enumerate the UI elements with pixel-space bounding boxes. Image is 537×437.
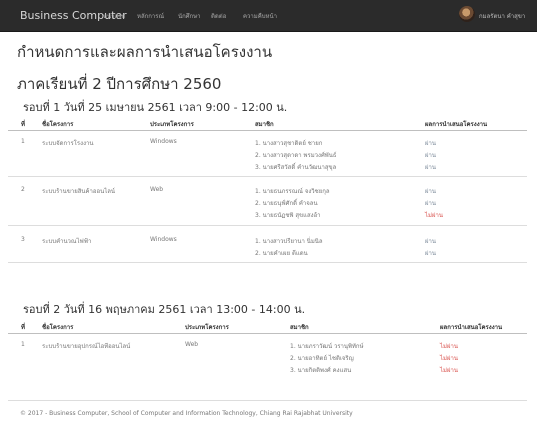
top-navbar: Business Computer หน้าแรก หลักการณ์ นักศ… <box>0 0 537 32</box>
result-pass: ผ่าน <box>425 188 436 195</box>
project-type: Web <box>185 341 199 348</box>
nav-link-progress[interactable]: ความคืบหน้า <box>243 11 277 21</box>
header-project-name: ชื่อโครงการ <box>42 121 74 128</box>
project-no: 3 <box>21 236 25 243</box>
member-name: 1. นายภราวัฒน์ วรานุพิทักษ์ <box>290 343 364 350</box>
semester-title: ภาคเรียนที่ 2 ปีการศึกษา 2560 <box>17 75 222 93</box>
project-no: 1 <box>21 138 25 145</box>
result-fail: ไม่ผ่าน <box>440 355 458 362</box>
header-no: ที่ <box>21 121 25 128</box>
project-name: ระบบร้านขายสินค้าออนไลน์ <box>42 188 115 195</box>
table-header-divider <box>8 333 527 334</box>
nav-link-students[interactable]: นักศึกษา <box>178 11 201 21</box>
header-result: ผลการนำเสนอโครงงาน <box>440 324 503 331</box>
header-result: ผลการนำเสนอโครงงาน <box>425 121 488 128</box>
result-fail: ไม่ผ่าน <box>440 343 458 350</box>
row-divider <box>8 176 527 177</box>
user-name-link[interactable]: กมลรัตนา คำสุขา <box>479 11 525 21</box>
user-avatar[interactable] <box>459 6 475 22</box>
member-name: 1. นางสาวสุชาดิตย์ ชายก <box>255 140 323 147</box>
project-name: ระบบร้านขายอุปกรณ์ไอทีออนไลน์ <box>42 343 131 350</box>
result-pass: ผ่าน <box>425 238 436 245</box>
result-pass: ผ่าน <box>425 200 436 207</box>
project-name: ระบบจัดการโรงงาน <box>42 140 94 147</box>
project-type: Windows <box>150 236 177 243</box>
member-name: 2. นางสาวสุดาดา พรมวงศ์พันธ์ <box>255 152 337 159</box>
result-pass: ผ่าน <box>425 250 436 257</box>
header-no: ที่ <box>21 324 25 331</box>
row-divider <box>8 225 527 226</box>
member-name: 2. นายคำเผย ดีแดน <box>255 250 308 257</box>
nav-link-contact[interactable]: ติดต่อ <box>211 11 226 21</box>
member-name: 3. นายศรีสวัสดิ์ คำนวัฒนาสุขุล <box>255 164 337 171</box>
project-no: 1 <box>21 341 25 348</box>
round-1-heading: รอบที่ 1 วันที่ 25 เมษายน 2561 เวลา 9:00… <box>23 101 288 114</box>
footer-text: © 2017 - Business Computer, School of Co… <box>20 410 353 417</box>
result-pass: ผ่าน <box>425 152 436 159</box>
member-name: 3. นายธนัฏชพิ สุขแสงอ้า <box>255 212 321 219</box>
header-project-name: ชื่อโครงการ <box>42 324 74 331</box>
member-name: 1. นางสาวปรียานา นิ่มนิล <box>255 238 323 245</box>
result-pass: ผ่าน <box>425 140 436 147</box>
member-name: 2. นายธนุฟ์ศักดิ์ คำจลน <box>255 200 318 207</box>
result-fail: ไม่ผ่าน <box>425 212 443 219</box>
project-no: 2 <box>21 186 25 193</box>
project-type: Windows <box>150 138 177 145</box>
result-pass: ผ่าน <box>425 164 436 171</box>
result-fail: ไม่ผ่าน <box>440 367 458 374</box>
page-title: กำหนดการและผลการนำเสนอโครงงาน <box>17 43 273 61</box>
round-2-heading: รอบที่ 2 วันที่ 16 พฤษภาคม 2561 เวลา 13:… <box>23 303 306 316</box>
nav-link-home[interactable]: หน้าแรก <box>103 11 125 21</box>
header-members: สมาชิก <box>255 121 274 128</box>
nav-link-principles[interactable]: หลักการณ์ <box>137 11 164 21</box>
member-name: 1. นายธนภรรณณ์ จงวิชยกุล <box>255 188 330 195</box>
header-members: สมาชิก <box>290 324 309 331</box>
footer-divider <box>8 400 527 401</box>
row-divider <box>8 262 527 263</box>
header-project-type: ประเภทโครงการ <box>185 324 229 331</box>
member-name: 3. นายกิตติพงศ์ คงแสน <box>290 367 352 374</box>
project-name: ระบบคำนวณไฟฟ้า <box>42 238 92 245</box>
table-header-divider <box>8 130 527 131</box>
header-project-type: ประเภทโครงการ <box>150 121 194 128</box>
project-type: Web <box>150 186 164 193</box>
member-name: 2. นายอาทิตย์ ไชติเจริญ <box>290 355 354 362</box>
